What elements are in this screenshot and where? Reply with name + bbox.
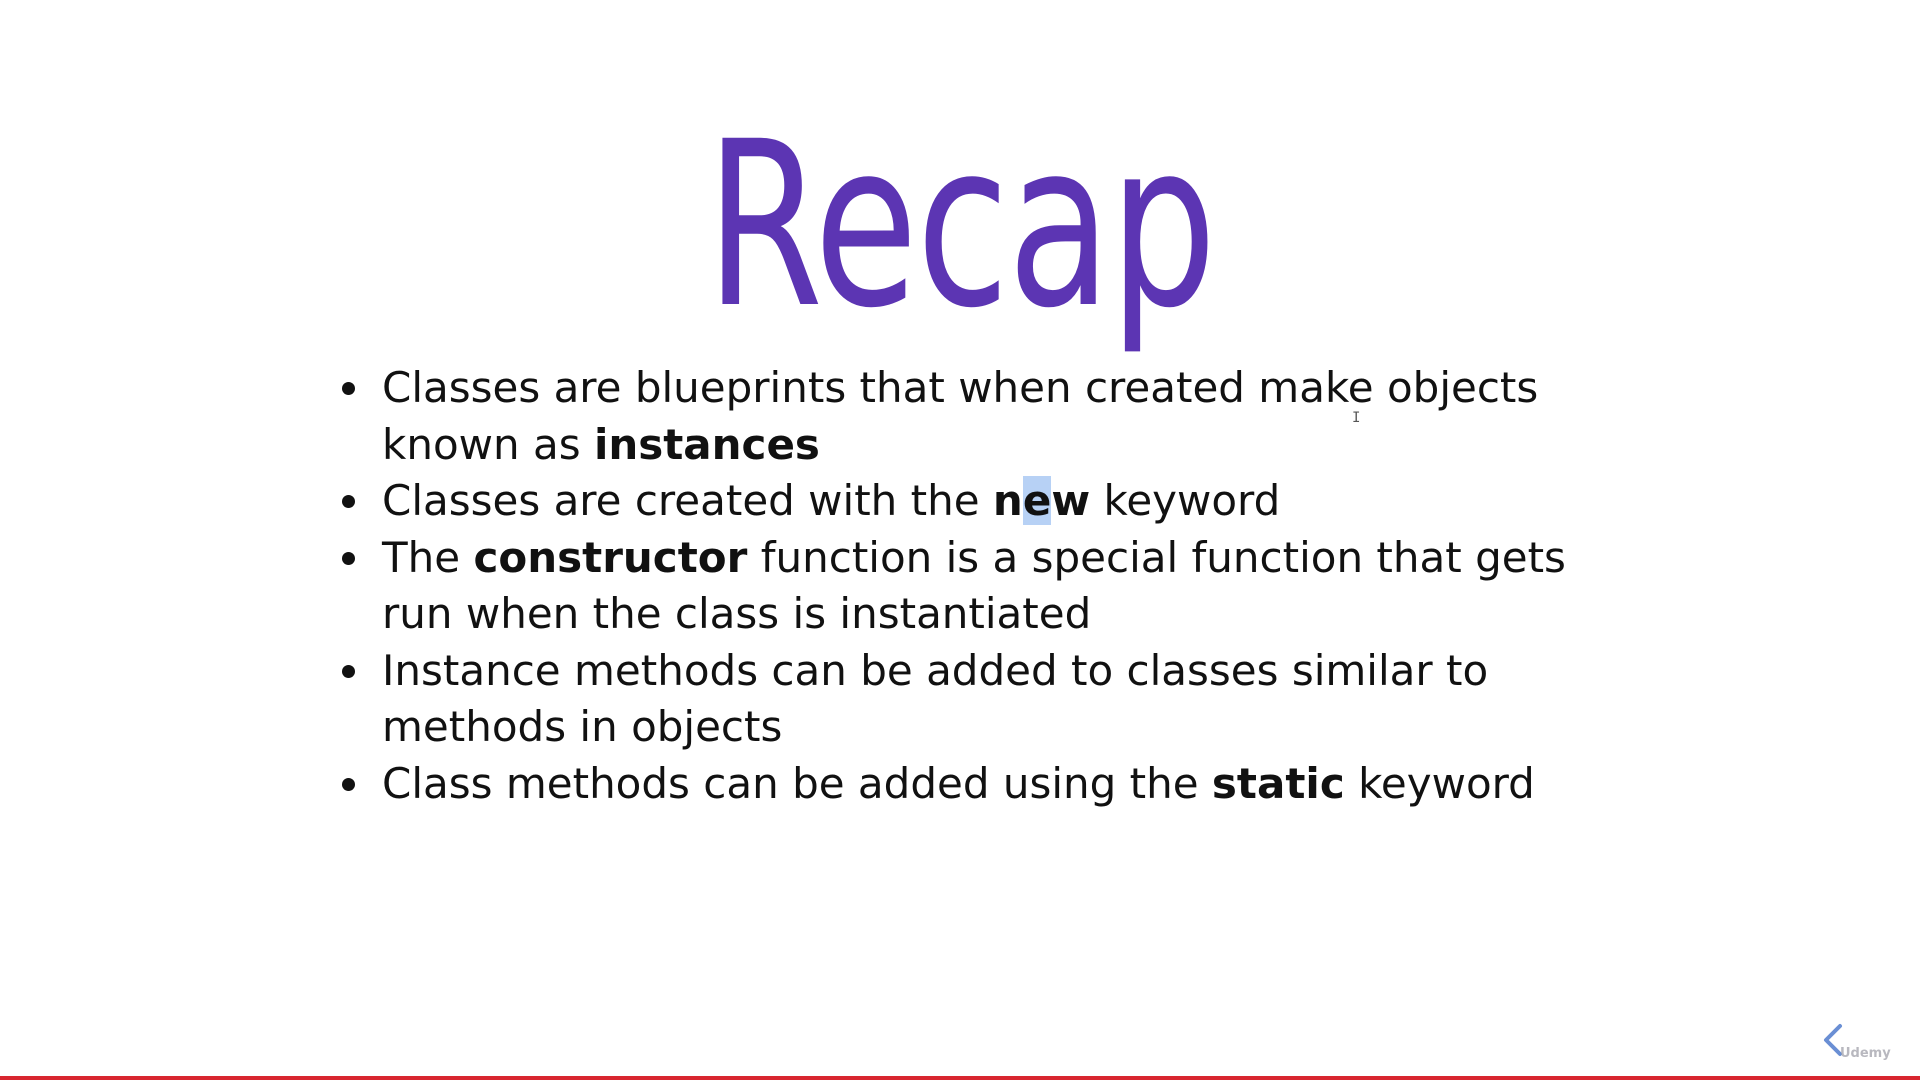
bullet-item: Class methods can be added using the sta… bbox=[330, 756, 1630, 813]
bullet-item: Instance methods can be added to classes… bbox=[330, 643, 1630, 756]
bullet-text: The bbox=[382, 532, 474, 582]
brand-watermark: Udemy bbox=[1840, 1046, 1891, 1061]
slide-title: Recap bbox=[705, 92, 1217, 358]
bullet-text: Class methods can be added using the bbox=[382, 758, 1212, 808]
bullet-text: Instance methods can be added to classes… bbox=[382, 645, 1489, 752]
bullet-keyword: n bbox=[992, 476, 1023, 525]
bullet-keyword: w bbox=[1051, 476, 1091, 525]
slide: Recap Classes are blueprints that when c… bbox=[0, 0, 1920, 1080]
bullet-keyword: instances bbox=[593, 419, 820, 469]
bullet-item: Classes are blueprints that when created… bbox=[330, 360, 1630, 473]
bullet-text: Classes are created with the bbox=[382, 476, 993, 525]
bullet-item: The constructor function is a special fu… bbox=[330, 530, 1630, 643]
progress-fill bbox=[0, 1076, 1920, 1080]
bullet-text: Classes are blueprints that when created… bbox=[382, 363, 1539, 469]
bullet-text: keyword bbox=[1090, 476, 1281, 525]
progress-track[interactable] bbox=[0, 1076, 1920, 1080]
bullet-text: keyword bbox=[1344, 758, 1535, 808]
selected-text: e bbox=[1022, 476, 1052, 525]
bullet-keyword: static bbox=[1211, 758, 1345, 808]
text-cursor-icon: I bbox=[1352, 410, 1361, 426]
bullet-list: Classes are blueprints that when created… bbox=[330, 360, 1630, 812]
bullet-keyword: constructor bbox=[473, 532, 748, 582]
bullet-item: Classes are created with the new keyword bbox=[330, 473, 1630, 530]
